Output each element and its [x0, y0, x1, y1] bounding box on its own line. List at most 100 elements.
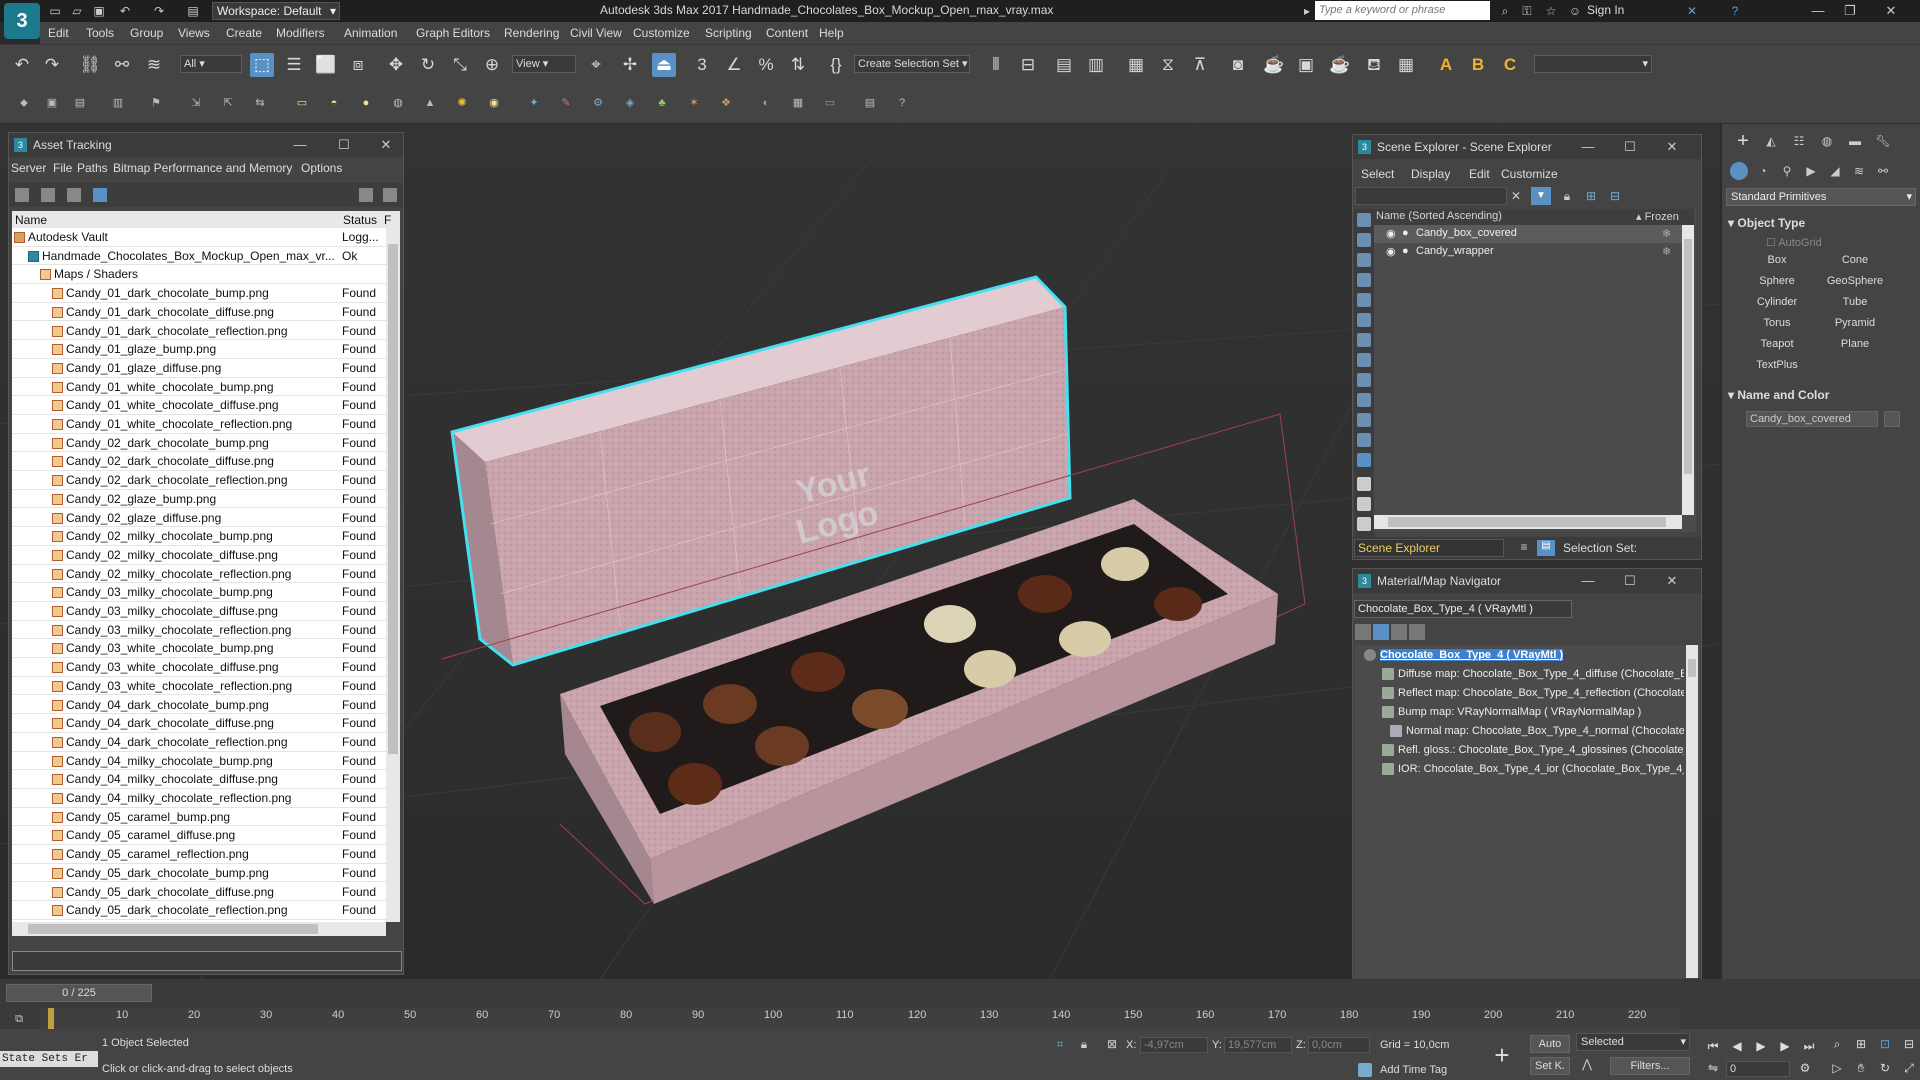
favorites-star-icon[interactable]: ☆	[1542, 2, 1560, 20]
asset-row[interactable]: Candy_04_dark_chocolate_diffuse.png Found	[12, 714, 386, 733]
render-toggle-icon[interactable]: ●	[1402, 245, 1409, 257]
material-row[interactable]: Reflect map: Chocolate_Box_Type_4_reflec…	[1354, 685, 1684, 703]
helpers-category-icon[interactable]: ◢	[1826, 162, 1844, 180]
menu-scripting[interactable]: Scripting	[705, 26, 752, 40]
primitive-type-dropdown[interactable]: Standard Primitives ▾	[1726, 188, 1916, 206]
asset-row[interactable]: Candy_03_milky_chocolate_bump.png Found	[12, 583, 386, 602]
sign-in-button[interactable]: Sign In	[1587, 3, 1624, 17]
tree-table-view-icon[interactable]	[93, 188, 107, 202]
user-icon[interactable]: ☺	[1566, 2, 1584, 20]
asset-row[interactable]: Candy_02_dark_chocolate_bump.png Found	[12, 434, 386, 453]
scene-object-row[interactable]: ◉ ● Candy_box_covered ❄	[1374, 225, 1682, 243]
add-time-tag[interactable]: Add Time Tag	[1380, 1064, 1447, 1076]
asset-row[interactable]: Candy_02_dark_chocolate_reflection.png Fo…	[12, 471, 386, 490]
scene-menu-customize[interactable]: Customize	[1501, 167, 1558, 181]
asset-menu-file[interactable]: File	[53, 161, 72, 175]
asset-row[interactable]: Autodesk Vault Logg...	[12, 228, 386, 247]
workspace-dropdown[interactable]: Workspace: Default ▾	[212, 2, 340, 20]
toolbar-tool-icon[interactable]: ◍	[388, 93, 408, 113]
close-panel-icon[interactable]: ✕	[371, 135, 401, 155]
asset-row[interactable]: Candy_05_caramel_diffuse.png Found	[12, 826, 386, 846]
asset-row[interactable]: Candy_02_glaze_bump.png Found	[12, 490, 386, 509]
toolbar-tool-icon[interactable]: ♣	[652, 93, 672, 113]
layer-explorer-icon[interactable]: ▥	[1084, 53, 1108, 77]
scene-vertical-scrollbar[interactable]	[1682, 225, 1694, 515]
toolbar-tool-icon[interactable]: ◐	[756, 93, 776, 113]
clear-search-icon[interactable]: ✕	[1507, 187, 1525, 205]
maximize-viewport-icon[interactable]: ⤢	[1900, 1061, 1918, 1077]
column-name-sorted[interactable]: Name (Sorted Ascending)	[1376, 210, 1502, 222]
current-material-field[interactable]: Chocolate_Box_Type_4 ( VRayMtl )	[1354, 600, 1572, 618]
link-icon[interactable]: ⛓	[78, 53, 102, 77]
utilities-tab-icon[interactable]: 🔧︎	[1872, 130, 1894, 152]
render-production-icon[interactable]: ☕	[1328, 53, 1352, 77]
material-row[interactable]: IOR: Chocolate_Box_Type_4_ior (Chocolate…	[1354, 761, 1684, 779]
toolbar-tool-icon[interactable]: ◉	[484, 93, 504, 113]
scene-explorer-dropdown[interactable]: Scene Explorer	[1354, 539, 1504, 557]
asset-row[interactable]: Candy_01_glaze_bump.png Found	[12, 340, 386, 359]
menu-modifiers[interactable]: Modifiers	[276, 26, 325, 40]
asset-row[interactable]: Candy_01_white_chocolate_reflection.png F…	[12, 415, 386, 434]
display-lights-icon[interactable]	[1357, 253, 1371, 267]
ribbon-toggle-icon[interactable]: ▦	[1124, 53, 1148, 77]
asset-row[interactable]: Maps / Shaders	[12, 265, 386, 285]
minimize-panel-icon[interactable]: —	[285, 135, 315, 155]
hierarchy-tab-icon[interactable]: ☷	[1788, 130, 1810, 152]
viewport-layout-icon[interactable]: +	[1486, 1039, 1518, 1071]
menu-edit[interactable]: Edit	[48, 26, 69, 40]
zoom-all-icon[interactable]: ⊞	[1852, 1037, 1870, 1055]
redo-icon[interactable]: ↷	[150, 2, 168, 20]
create-cylinder-button[interactable]: Cylinder	[1744, 294, 1810, 311]
percent-snap-icon[interactable]: %	[754, 53, 778, 77]
display-helpers-icon[interactable]	[1357, 293, 1371, 307]
maximize-panel-icon[interactable]: ☐	[1615, 137, 1645, 157]
asset-row[interactable]: Candy_05_dark_chocolate_diffuse.png Found	[12, 883, 386, 902]
material-row[interactable]: Normal map: Chocolate_Box_Type_4_normal …	[1354, 723, 1684, 741]
current-frame-field[interactable]: 0	[1726, 1061, 1790, 1077]
toolbar-tool-icon[interactable]: ⇆	[250, 93, 270, 113]
minimize-panel-icon[interactable]: —	[1573, 137, 1603, 157]
isolate-selection-icon[interactable]: ⌗	[1052, 1037, 1068, 1053]
menu-civil-view[interactable]: Civil View	[570, 26, 622, 40]
display-all-icon[interactable]	[1357, 453, 1371, 467]
dope-sheet-icon[interactable]: ⊼	[1188, 53, 1212, 77]
scale-icon[interactable]: ⤡	[448, 53, 472, 77]
time-tag-icon[interactable]	[1358, 1063, 1372, 1077]
asset-row[interactable]: Candy_01_white_chocolate_diffuse.png Foun…	[12, 396, 386, 415]
hierarchy-icon[interactable]: ⊞	[1581, 187, 1601, 205]
asset-menu-server[interactable]: Server	[11, 161, 46, 175]
table-view-icon[interactable]	[67, 188, 81, 202]
list-view-icon[interactable]	[15, 188, 29, 202]
create-textplus-button[interactable]: TextPlus	[1744, 357, 1810, 374]
space-warps-category-icon[interactable]: ≋	[1850, 162, 1868, 180]
create-cone-button[interactable]: Cone	[1822, 252, 1888, 269]
select-manipulate-icon[interactable]: ✢	[618, 53, 642, 77]
toolbar-tool-icon[interactable]: ▤	[860, 93, 880, 113]
app-logo[interactable]: 3	[4, 3, 40, 39]
angle-snap-icon[interactable]: ∠	[722, 53, 746, 77]
time-slider[interactable]: 0 / 225	[6, 984, 152, 1002]
display-hidden-icon[interactable]	[1357, 433, 1371, 447]
y-coord-field[interactable]: 19,577cm	[1224, 1037, 1292, 1053]
toolbar-tool-icon[interactable]: ◈	[620, 93, 640, 113]
display-space-warps-icon[interactable]	[1357, 313, 1371, 327]
render-iterative-icon[interactable]: ⛾	[1362, 53, 1386, 77]
visibility-eye-icon[interactable]: ◉	[1386, 245, 1396, 258]
asset-row[interactable]: Candy_04_milky_chocolate_diffuse.png Foun…	[12, 770, 386, 789]
material-row[interactable]: Chocolate_Box_Type_4 ( VRayMtl )	[1354, 647, 1684, 665]
scene-explorer-titlebar[interactable]: 3 Scene Explorer - Scene Explorer — ☐ ✕	[1353, 135, 1701, 159]
display-tab-icon[interactable]: ▬	[1844, 130, 1866, 152]
scrollbar-thumb[interactable]	[1684, 239, 1692, 474]
asset-row[interactable]: Candy_02_glaze_diffuse.png Found	[12, 509, 386, 528]
scrollbar-thumb[interactable]	[28, 924, 318, 934]
toolbar-tool-icon[interactable]: ✺	[452, 93, 472, 113]
toolbar-tool-icon[interactable]: ▥	[108, 93, 128, 113]
menu-content[interactable]: Content	[766, 26, 808, 40]
reference-coordinate-dropdown[interactable]: View ▾	[512, 55, 576, 73]
refresh-icon[interactable]	[383, 188, 397, 202]
snaps-toggle-icon[interactable]: 3	[690, 53, 714, 77]
minimize-window-icon[interactable]: —	[1803, 1, 1833, 21]
name-color-rollout[interactable]: ▾ Name and Color	[1728, 388, 1829, 402]
asset-row[interactable]: Candy_02_dark_chocolate_diffuse.png Found	[12, 452, 386, 472]
toolbar-tool-icon[interactable]: ◓	[324, 93, 344, 113]
